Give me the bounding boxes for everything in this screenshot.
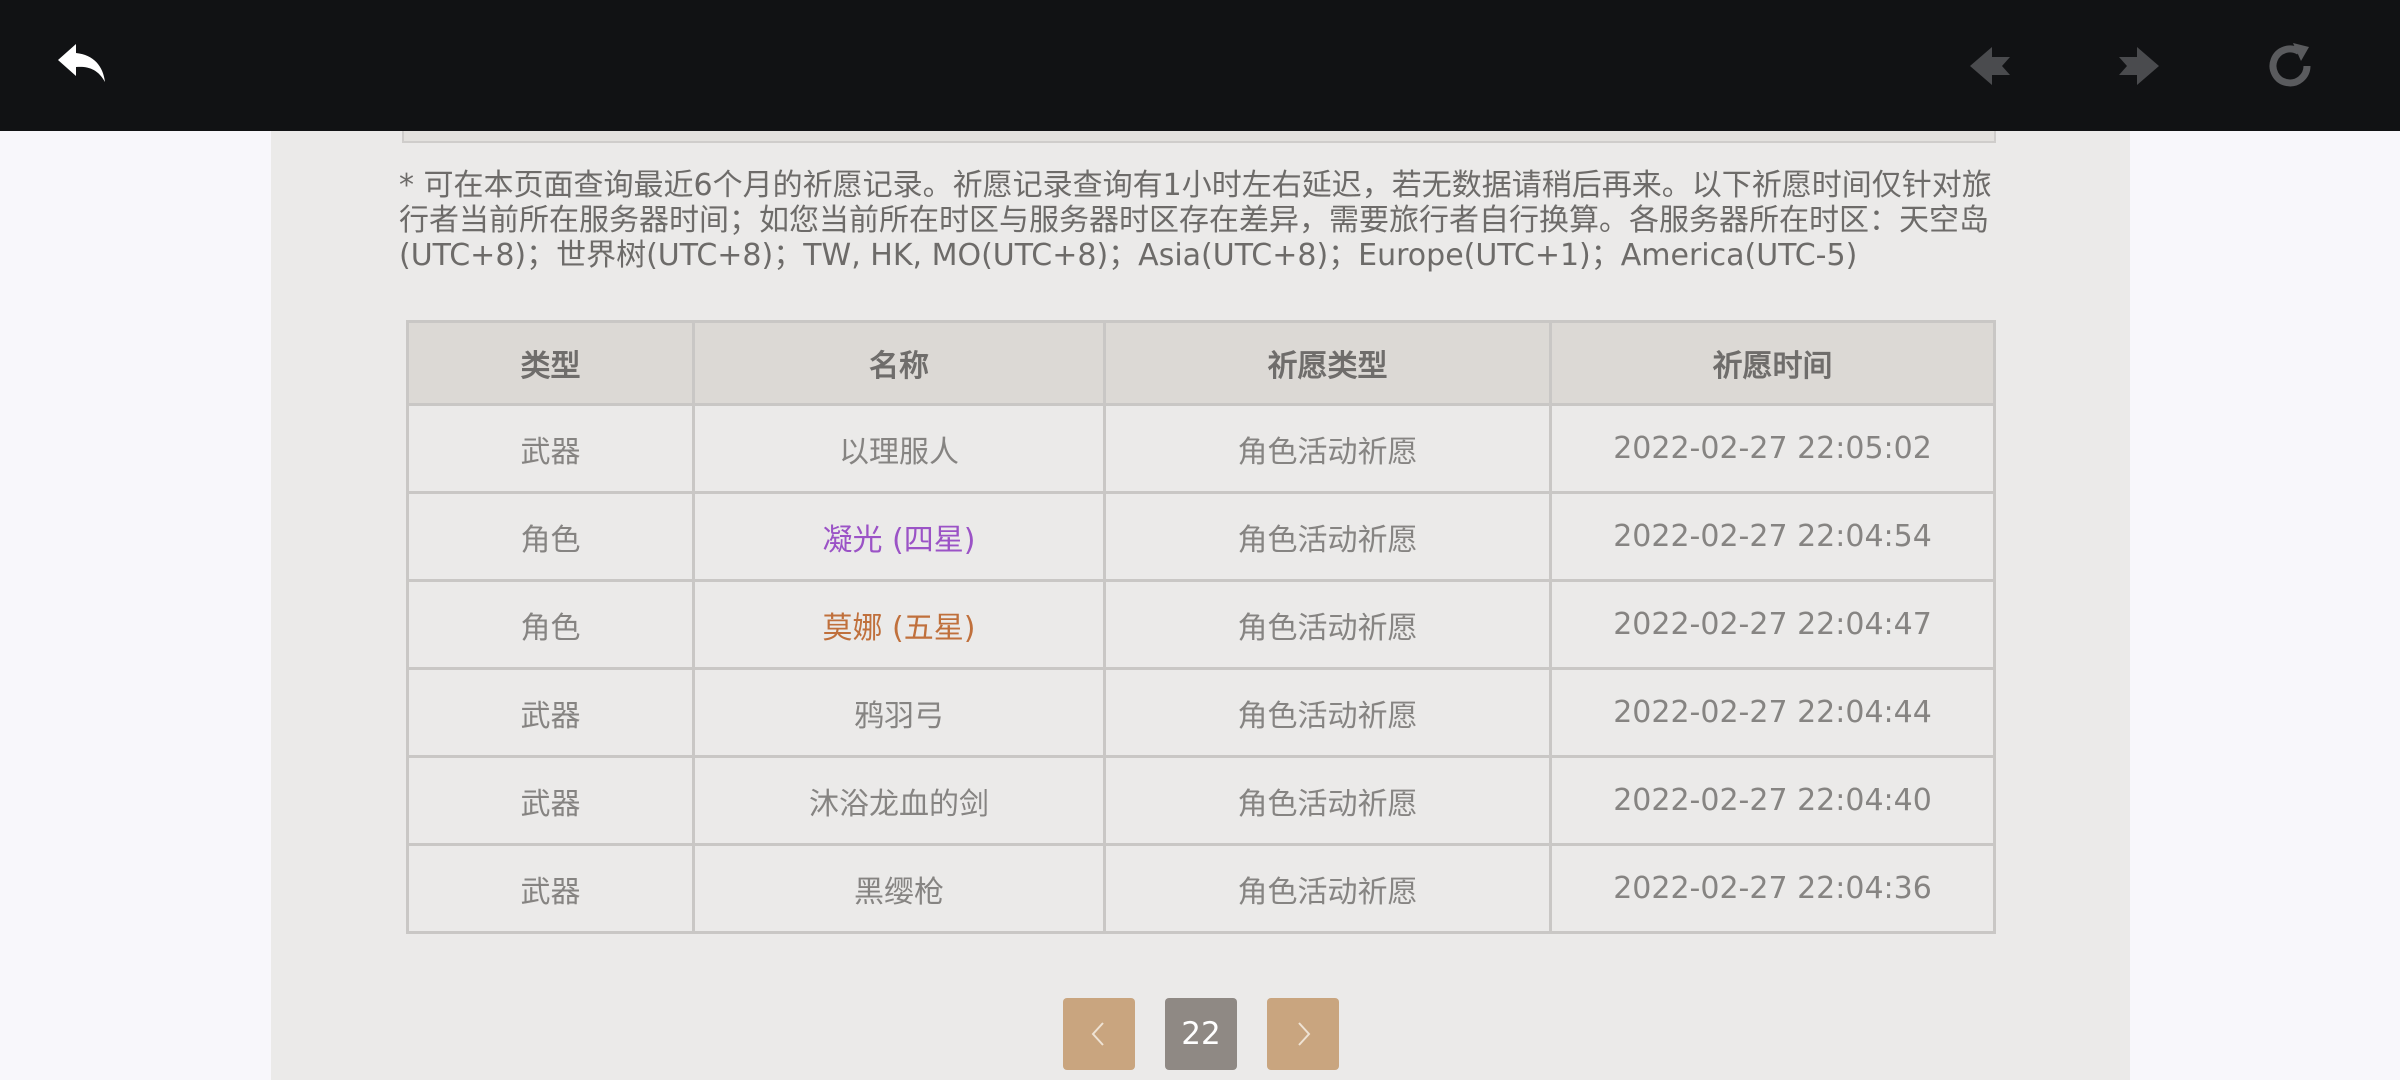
table-row: 武器 沐浴龙血的剑 角色活动祈愿 2022-02-27 22:04:40 xyxy=(406,755,1996,846)
record-notice: * 可在本页面查询最近6个月的祈愿记录。祈愿记录查询有1小时左右延迟，若无数据请… xyxy=(399,168,1992,273)
refresh-icon[interactable] xyxy=(2254,30,2326,102)
cell-type: 武器 xyxy=(406,755,695,846)
cell-time: 2022-02-27 22:04:36 xyxy=(1549,843,1996,934)
cell-time: 2022-02-27 22:05:02 xyxy=(1549,403,1996,494)
cell-name: 以理服人 xyxy=(692,403,1106,494)
cell-name: 莫娜 (五星) xyxy=(692,579,1106,670)
header-wish-type: 祈愿类型 xyxy=(1103,320,1552,406)
wish-history-table: 类型 名称 祈愿类型 祈愿时间 武器 以理服人 角色活动祈愿 2022-02-2… xyxy=(406,320,1996,934)
cell-name: 凝光 (四星) xyxy=(692,491,1106,582)
nav-back-icon[interactable] xyxy=(1955,30,2027,102)
cell-name: 沐浴龙血的剑 xyxy=(692,755,1106,846)
cell-type: 角色 xyxy=(406,579,695,670)
cell-time: 2022-02-27 22:04:40 xyxy=(1549,755,1996,846)
filter-bar-edge xyxy=(402,131,1996,143)
cell-time: 2022-02-27 22:04:47 xyxy=(1549,579,1996,670)
back-arrow-icon[interactable] xyxy=(46,30,118,102)
cell-time: 2022-02-27 22:04:54 xyxy=(1549,491,1996,582)
prev-page-button[interactable] xyxy=(1063,998,1135,1070)
cell-time: 2022-02-27 22:04:44 xyxy=(1549,667,1996,758)
table-header-row: 类型 名称 祈愿类型 祈愿时间 xyxy=(406,320,1996,406)
chevron-right-icon xyxy=(1298,1022,1311,1046)
header-wish-time: 祈愿时间 xyxy=(1549,320,1996,406)
table-row: 武器 鸦羽弓 角色活动祈愿 2022-02-27 22:04:44 xyxy=(406,667,1996,758)
table-row: 角色 凝光 (四星) 角色活动祈愿 2022-02-27 22:04:54 xyxy=(406,491,1996,582)
cell-wish-type: 角色活动祈愿 xyxy=(1103,755,1552,846)
current-page-indicator: 22 xyxy=(1165,998,1237,1070)
cell-wish-type: 角色活动祈愿 xyxy=(1103,667,1552,758)
top-toolbar xyxy=(0,0,2400,131)
cell-wish-type: 角色活动祈愿 xyxy=(1103,491,1552,582)
cell-name: 鸦羽弓 xyxy=(692,667,1106,758)
header-name: 名称 xyxy=(692,320,1106,406)
header-type: 类型 xyxy=(406,320,695,406)
cell-type: 武器 xyxy=(406,843,695,934)
table-row: 角色 莫娜 (五星) 角色活动祈愿 2022-02-27 22:04:47 xyxy=(406,579,1996,670)
nav-forward-icon[interactable] xyxy=(2102,30,2174,102)
table-row: 武器 黑缨枪 角色活动祈愿 2022-02-27 22:04:36 xyxy=(406,843,1996,934)
table-row: 武器 以理服人 角色活动祈愿 2022-02-27 22:05:02 xyxy=(406,403,1996,494)
cell-wish-type: 角色活动祈愿 xyxy=(1103,403,1552,494)
next-page-button[interactable] xyxy=(1267,998,1339,1070)
cell-wish-type: 角色活动祈愿 xyxy=(1103,579,1552,670)
chevron-left-icon xyxy=(1091,1022,1104,1046)
cell-type: 武器 xyxy=(406,403,695,494)
cell-type: 武器 xyxy=(406,667,695,758)
cell-name: 黑缨枪 xyxy=(692,843,1106,934)
cell-type: 角色 xyxy=(406,491,695,582)
cell-wish-type: 角色活动祈愿 xyxy=(1103,843,1552,934)
